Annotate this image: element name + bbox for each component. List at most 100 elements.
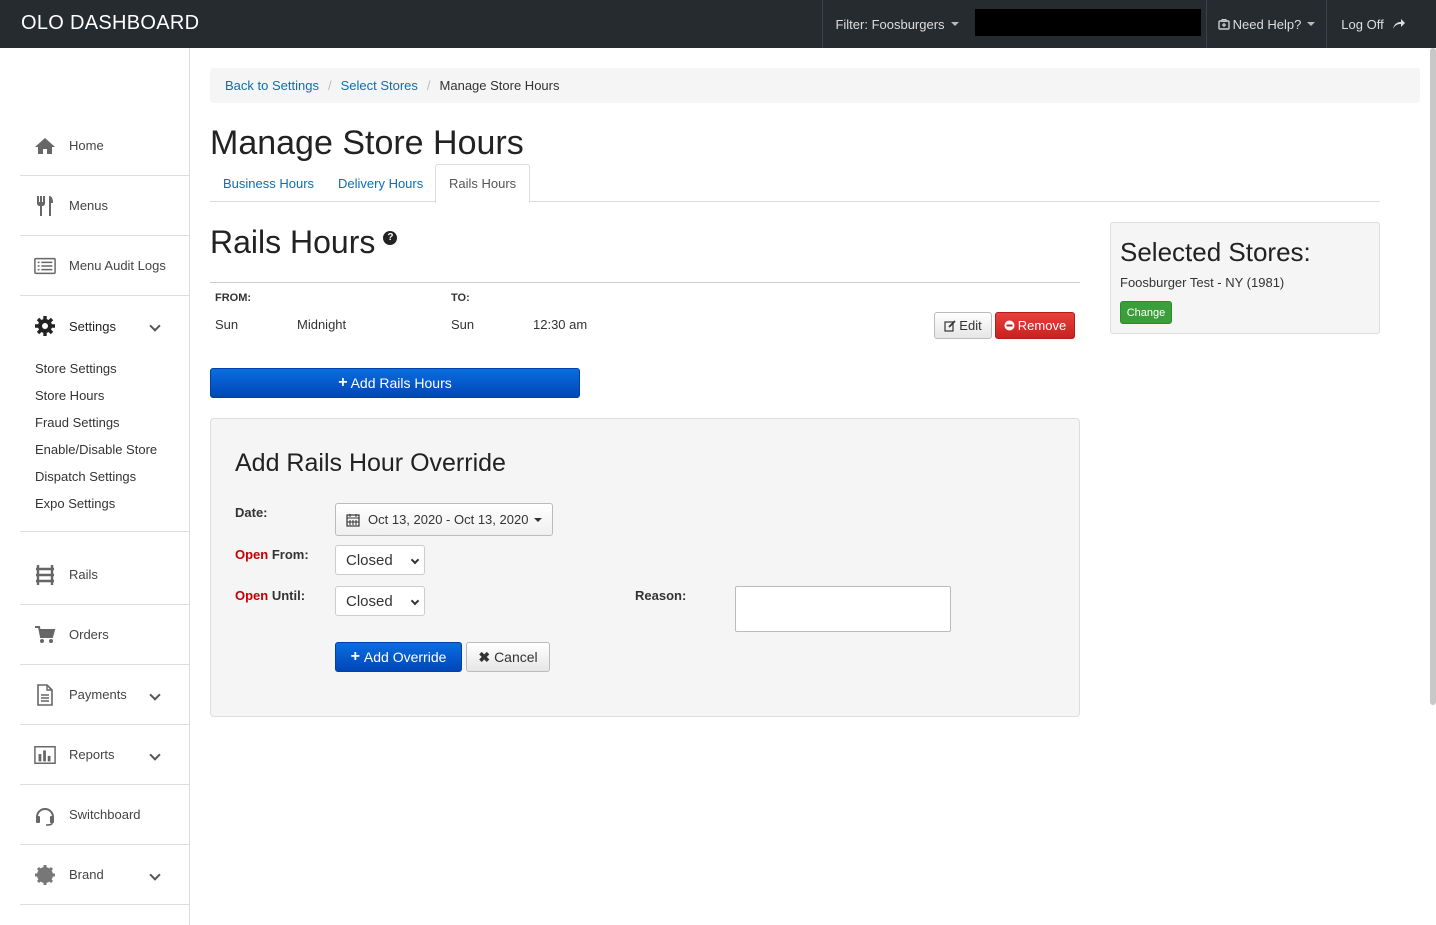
chevron-down-icon (149, 320, 161, 332)
scrollbar[interactable] (1430, 48, 1436, 705)
sidebar-item-menu-audit-logs[interactable]: Menu Audit Logs (20, 236, 189, 296)
caret-down-icon (1307, 22, 1316, 26)
sidebar-item-payments[interactable]: Payments (20, 665, 189, 725)
subnav-store-settings[interactable]: Store Settings (35, 361, 117, 376)
subnav-expo-settings[interactable]: Expo Settings (35, 496, 115, 511)
sidebar-item-rails[interactable]: Rails (20, 545, 189, 605)
breadcrumb-select-stores[interactable]: Select Stores (341, 78, 418, 93)
subnav-dispatch-settings[interactable]: Dispatch Settings (35, 469, 136, 484)
tab-business-hours[interactable]: Business Hours (210, 164, 327, 202)
breadcrumb-separator: / (426, 78, 431, 93)
cancel-label: Cancel (494, 649, 538, 665)
edit-icon (944, 319, 956, 332)
redacted-field (975, 9, 1201, 36)
divider (20, 531, 189, 532)
caret-down-icon (534, 517, 543, 522)
calendar-icon (346, 513, 360, 527)
medkit-icon (1217, 18, 1230, 30)
minus-circle-icon (1004, 320, 1015, 331)
subnav-fraud-settings[interactable]: Fraud Settings (35, 415, 120, 430)
remove-button[interactable]: Remove (995, 312, 1075, 339)
headset-icon (34, 804, 56, 826)
breadcrumb-separator: / (327, 78, 332, 93)
to-day: Sun (451, 317, 475, 332)
until-suffix: Until: (268, 588, 306, 603)
tab-rails-hours[interactable]: Rails Hours (435, 164, 531, 203)
sidebar-item-label: Rails (69, 567, 98, 582)
from-suffix: From: (268, 547, 309, 562)
logoff-label: Log Off (1341, 16, 1384, 32)
sidebar-item-home[interactable]: Home (20, 116, 189, 176)
list-icon (34, 255, 56, 277)
add-override-button[interactable]: + Add Override (335, 642, 462, 672)
change-stores-button[interactable]: Change (1120, 301, 1172, 324)
fork-knife-icon (34, 195, 56, 217)
override-panel: Add Rails Hour Override Date: Oct 13, 20… (210, 418, 1080, 717)
from-day: Sun (215, 317, 239, 332)
remove-label: Remove (1017, 318, 1067, 333)
cancel-button[interactable]: ✖ Cancel (466, 642, 550, 672)
subnav-store-hours[interactable]: Store Hours (35, 388, 104, 403)
sidebar-item-label: Home (69, 138, 104, 153)
date-range-value: Oct 13, 2020 - Oct 13, 2020 (368, 512, 529, 527)
chevron-down-icon (149, 689, 161, 701)
help-dropdown[interactable]: Need Help? (1206, 0, 1326, 48)
sidebar-item-label: Settings (69, 318, 116, 334)
section-title: Rails Hours ? (210, 224, 398, 261)
sidebar-item-label: Menu Audit Logs (69, 258, 166, 273)
divider (210, 282, 1080, 283)
reason-label: Reason: (635, 588, 687, 603)
from-header: FROM: (215, 292, 252, 304)
reason-textarea[interactable] (735, 586, 951, 632)
open-until-label: Open Until: (235, 588, 305, 603)
sidebar-item-reports[interactable]: Reports (20, 725, 189, 785)
document-icon (34, 683, 56, 706)
chevron-down-icon (410, 596, 420, 606)
chevron-down-icon (410, 555, 420, 565)
help-label: Need Help? (1232, 16, 1302, 32)
question-circle-icon[interactable]: ? (383, 230, 398, 245)
tab-bar: Business Hours Delivery Hours Rails Hour… (210, 164, 1380, 203)
subnav-enable-disable-store[interactable]: Enable/Disable Store (35, 442, 157, 457)
sidebar-item-label: Reports (69, 747, 115, 762)
filter-label: Filter: Foosburgers (835, 16, 945, 32)
sidebar-item-switchboard[interactable]: Switchboard (20, 785, 189, 845)
open-until-select[interactable]: Closed (335, 586, 425, 616)
breadcrumb: Back to Settings / Select Stores / Manag… (210, 68, 1420, 103)
tab-delivery-hours[interactable]: Delivery Hours (325, 164, 436, 202)
sidebar-item-settings[interactable]: Settings (20, 296, 189, 356)
sidebar-item-brand[interactable]: Brand (20, 845, 189, 905)
plus-icon: + (350, 648, 360, 665)
selected-store-name: Foosburger Test - NY (1981) (1120, 275, 1285, 290)
breadcrumb-back-to-settings[interactable]: Back to Settings (225, 78, 319, 93)
sidebar-item-label: Switchboard (69, 807, 141, 822)
to-time: 12:30 am (533, 317, 588, 332)
chevron-down-icon (149, 749, 161, 761)
section-title-text: Rails Hours (210, 224, 376, 260)
page-title: Manage Store Hours (210, 124, 524, 162)
caret-down-icon (950, 22, 959, 26)
sidebar-item-orders[interactable]: Orders (20, 605, 189, 665)
sidebar: Home Menus Menu Audit Logs Settings Stor… (0, 48, 190, 925)
home-icon (34, 135, 56, 157)
open-word: Open (235, 547, 269, 562)
date-range-picker[interactable]: Oct 13, 2020 - Oct 13, 2020 (335, 503, 553, 536)
open-from-value: Closed (346, 551, 393, 569)
gear-icon (34, 315, 56, 337)
rails-icon (34, 564, 56, 586)
filter-dropdown[interactable]: Filter: Foosburgers (822, 0, 971, 48)
add-rails-hours-button[interactable]: + Add Rails Hours (210, 368, 580, 398)
app-title[interactable]: OLO DASHBOARD (21, 12, 199, 35)
sidebar-item-label: Brand (69, 867, 104, 882)
bar-chart-icon (34, 744, 56, 766)
date-label: Date: (235, 505, 268, 520)
sidebar-item-menus[interactable]: Menus (20, 176, 189, 236)
edit-button[interactable]: Edit (934, 312, 992, 339)
sidebar-item-label: Payments (69, 687, 127, 702)
open-from-select[interactable]: Closed (335, 545, 425, 575)
chevron-down-icon (149, 869, 161, 881)
to-header: TO: (451, 292, 470, 304)
sidebar-item-label: Orders (69, 627, 109, 642)
logoff-link[interactable]: Log Off (1326, 0, 1420, 48)
sidebar-item-label: Menus (69, 198, 109, 213)
